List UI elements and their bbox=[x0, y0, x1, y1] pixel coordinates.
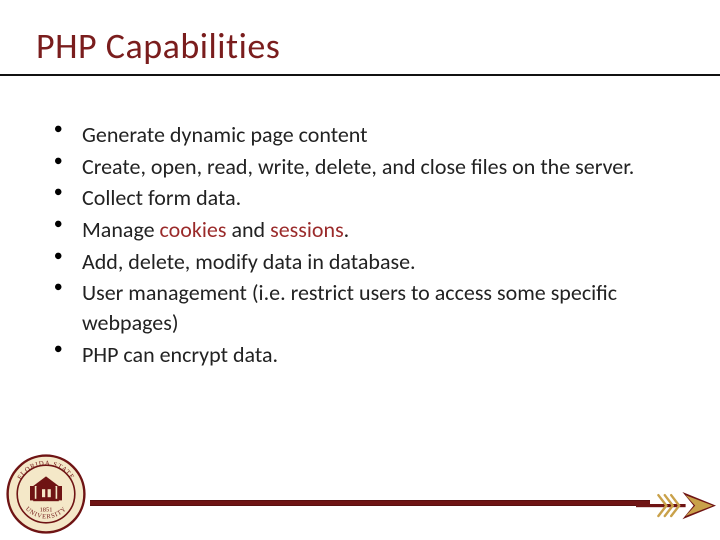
slide: PHP Capabilities Generate dynamic page c… bbox=[0, 0, 720, 540]
bullet-text-segment: cookies bbox=[160, 216, 227, 243]
bullet-item: Create, open, read, write, delete, and c… bbox=[46, 152, 684, 182]
slide-title: PHP Capabilities bbox=[36, 24, 684, 68]
bullet-list: Generate dynamic page content Create, ope… bbox=[46, 120, 684, 370]
bullet-text-segment: and bbox=[226, 216, 270, 243]
bullet-text-segment: PHP can encrypt data. bbox=[82, 341, 278, 368]
bullet-item: User management (i.e. restrict users to … bbox=[46, 278, 684, 337]
seal-year: 1851 bbox=[40, 507, 53, 514]
university-seal-icon: FLORIDA STATE UNIVERSITY 1851 bbox=[6, 454, 86, 534]
bullet-item: PHP can encrypt data. bbox=[46, 340, 684, 370]
bullet-text-segment: User management (i.e. restrict users to … bbox=[82, 279, 617, 336]
bullet-text-segment: sessions bbox=[270, 216, 344, 243]
bullet-text-segment: . bbox=[344, 216, 350, 243]
content-area: Generate dynamic page content Create, ope… bbox=[36, 76, 684, 370]
bullet-item: Manage cookies and sessions. bbox=[46, 215, 684, 245]
footer-bar-wrap bbox=[0, 500, 720, 506]
bullet-text-segment: Generate dynamic page content bbox=[82, 121, 368, 148]
bullet-text-segment: Create, open, read, write, delete, and c… bbox=[82, 153, 634, 180]
bullet-item: Generate dynamic page content bbox=[46, 120, 684, 150]
bullet-text-segment: Add, delete, modify data in database. bbox=[82, 248, 416, 275]
bullet-text-segment: Manage bbox=[82, 216, 160, 243]
bullet-item: Collect form data. bbox=[46, 183, 684, 213]
spear-icon bbox=[636, 484, 716, 528]
bullet-item: Add, delete, modify data in database. bbox=[46, 247, 684, 277]
bullet-text-segment: Collect form data. bbox=[82, 184, 241, 211]
footer-bar bbox=[90, 500, 650, 506]
